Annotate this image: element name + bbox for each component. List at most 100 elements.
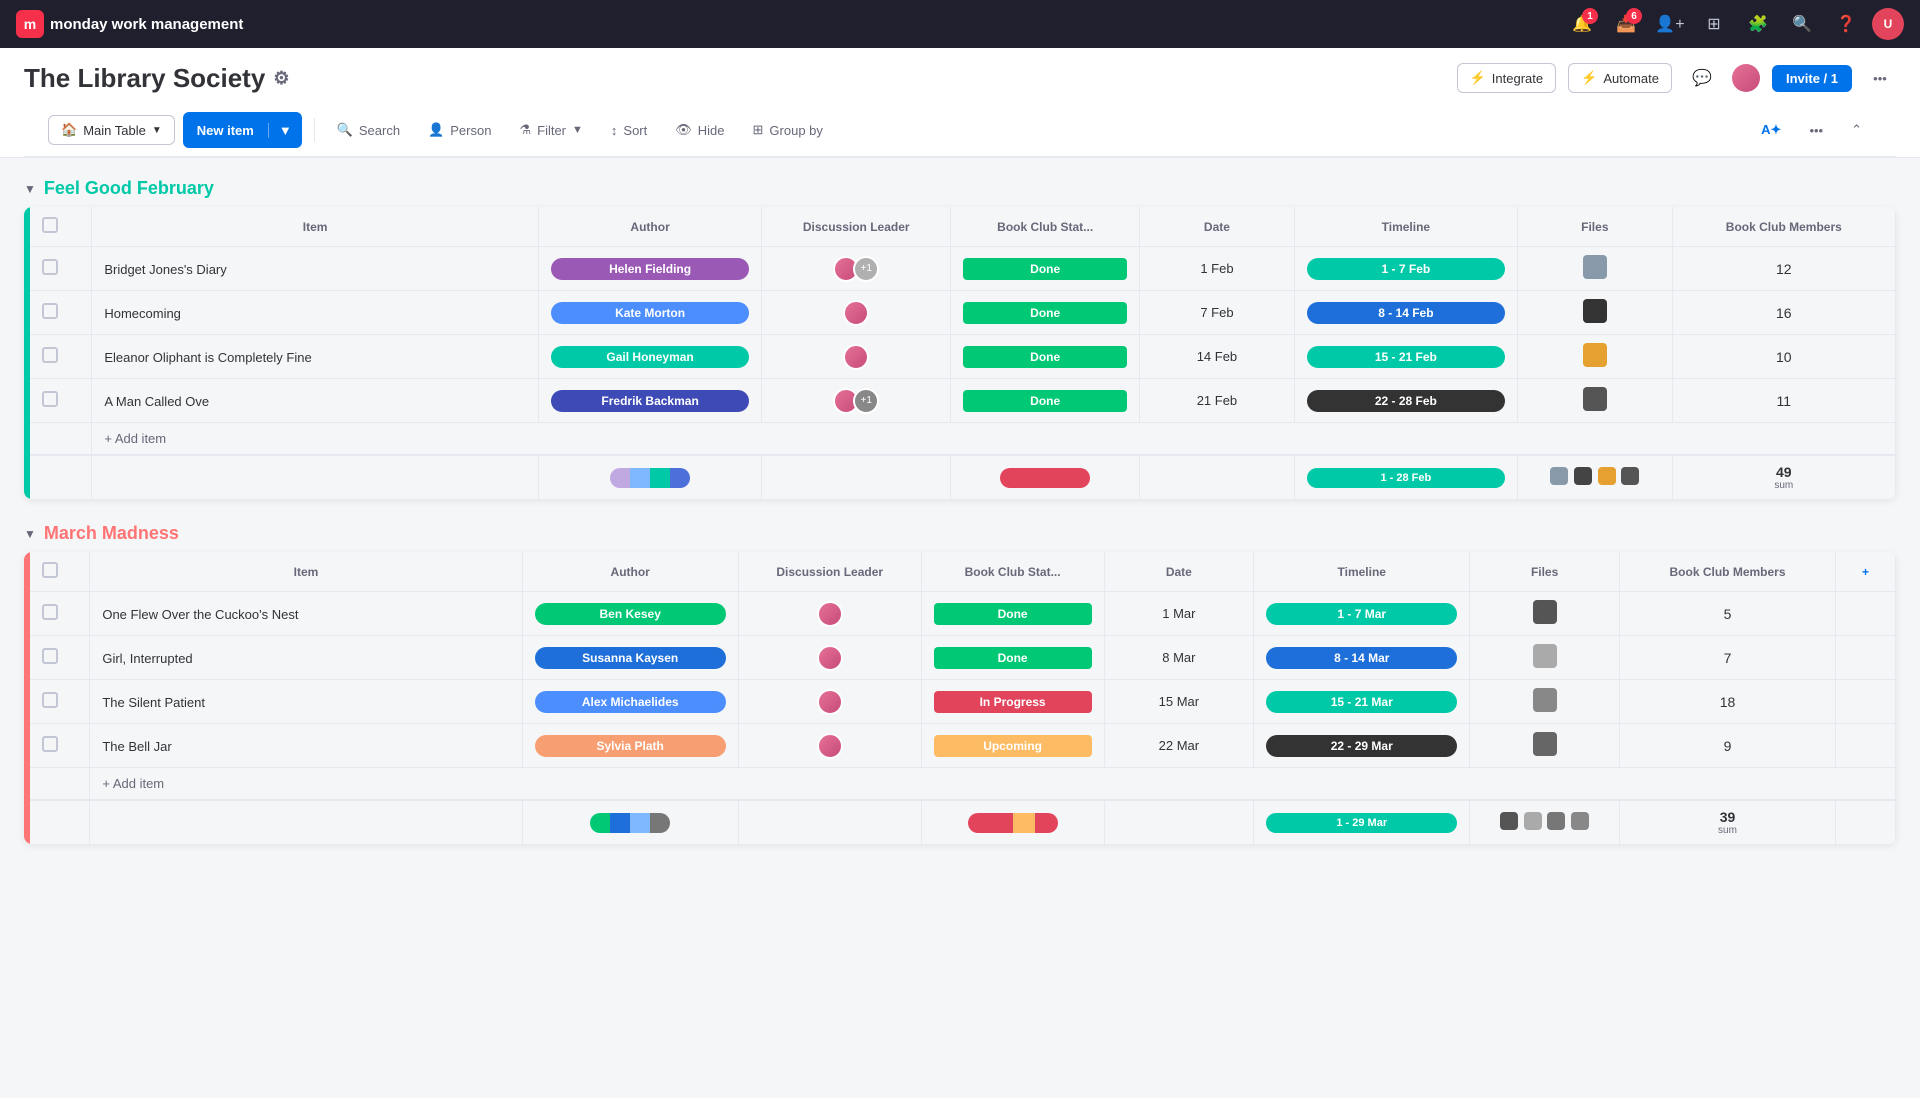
row-checkbox[interactable]: [30, 724, 90, 768]
summary-empty-item: [92, 455, 539, 499]
discussion-leader-cell: [738, 724, 921, 768]
date-cell: 1 Mar: [1104, 592, 1254, 636]
main-table-view-button[interactable]: 🏠 Main Table ▼: [48, 115, 175, 145]
summary-timeline-cell: 1 - 28 Feb: [1294, 455, 1517, 499]
ai-button[interactable]: A✦: [1751, 116, 1791, 144]
feel-good-february-table-container: Item Author Discussion Leader Book Club …: [24, 207, 1896, 499]
files-cell: [1518, 291, 1673, 335]
group-march-madness-header[interactable]: ▼ March Madness: [24, 523, 1896, 544]
file-thumbnail[interactable]: [1533, 644, 1557, 668]
row-checkbox[interactable]: [30, 636, 90, 680]
integrate-button[interactable]: ⚡ Integrate: [1457, 63, 1557, 93]
chat-button[interactable]: 💬: [1684, 60, 1720, 96]
group-feel-good-february-header[interactable]: ▼ Feel Good February: [24, 178, 1896, 199]
more-icon: •••: [1809, 123, 1823, 138]
timeline-cell: 15 - 21 Feb: [1294, 335, 1517, 379]
apps-button[interactable]: 🧩: [1740, 6, 1776, 42]
filter-button[interactable]: ⚗ Filter ▼: [509, 116, 592, 144]
hide-label: Hide: [698, 123, 725, 138]
sort-label: Sort: [623, 123, 647, 138]
item-cell: The Bell Jar ⊕: [90, 724, 522, 768]
date-cell: 21 Feb: [1140, 379, 1295, 423]
row-checkbox[interactable]: [30, 592, 90, 636]
select-all-header[interactable]: [30, 552, 90, 592]
search-nav-button[interactable]: 🔍: [1784, 6, 1820, 42]
row-checkbox[interactable]: [30, 247, 92, 291]
invite-people-button[interactable]: 👤+: [1652, 6, 1688, 42]
new-item-button[interactable]: New item ▼: [183, 112, 302, 148]
person-filter-button[interactable]: 👤 Person: [418, 116, 501, 144]
table-header-row: Item Author Discussion Leader Book Club …: [30, 207, 1896, 247]
workspaces-button[interactable]: ⊞: [1696, 6, 1732, 42]
user-avatar[interactable]: U: [1872, 8, 1904, 40]
file-thumbnail[interactable]: [1583, 255, 1607, 279]
more-toolbar-button[interactable]: •••: [1799, 117, 1833, 144]
invite-button[interactable]: Invite / 1: [1772, 65, 1852, 92]
table-row: Homecoming ⊕ Kate Morton: [30, 291, 1896, 335]
discussion-avatar: [817, 689, 843, 715]
status-pill: Done: [963, 390, 1127, 412]
toolbar-separator: [314, 118, 315, 142]
board-title-settings-icon[interactable]: ⚙: [273, 68, 289, 89]
bar-segment: [670, 468, 690, 488]
summary-total-members: 39: [1632, 809, 1823, 825]
add-item-row[interactable]: + Add item: [30, 423, 1896, 456]
discussion-avatar: [843, 300, 869, 326]
file-thumbnail[interactable]: [1583, 343, 1607, 367]
author-pill: Ben Kesey: [535, 603, 726, 625]
item-title: Bridget Jones's Diary: [104, 262, 226, 277]
sort-button[interactable]: ↕ Sort: [601, 117, 657, 144]
hide-button[interactable]: 👁 Hide: [665, 116, 734, 144]
bar-segment: [1013, 813, 1036, 833]
timeline-column-header: Timeline: [1294, 207, 1517, 247]
discussion-leader-cell: [762, 291, 951, 335]
notifications-badge: 1: [1582, 8, 1598, 24]
add-item-row[interactable]: + Add item: [30, 768, 1896, 801]
summary-row: 1 - 28 Feb 49: [30, 455, 1896, 499]
collapse-icon: ⌃: [1851, 122, 1862, 138]
row-checkbox[interactable]: [30, 291, 92, 335]
notifications-button[interactable]: 🔔 1: [1564, 6, 1600, 42]
person-label: Person: [450, 123, 491, 138]
automate-button[interactable]: ⚡ Automate: [1568, 63, 1672, 93]
file-thumbnail[interactable]: [1533, 600, 1557, 624]
summary-files: [1482, 812, 1607, 833]
inbox-button[interactable]: 📥 6: [1608, 6, 1644, 42]
discussion-leader-cell: +1: [762, 247, 951, 291]
members-cell: 11: [1672, 379, 1895, 423]
board-user-avatar[interactable]: [1732, 64, 1760, 92]
summary-empty-discussion: [738, 800, 921, 844]
group-by-button[interactable]: ⊞ Group by: [743, 116, 833, 144]
add-column-header[interactable]: +: [1836, 552, 1896, 592]
filter-label: Filter: [537, 123, 566, 138]
bar-segment: [968, 813, 1013, 833]
file-thumbnail[interactable]: [1583, 387, 1607, 411]
search-button[interactable]: 🔍 Search: [327, 116, 410, 144]
status-pill: Done: [934, 647, 1092, 669]
empty-col: [1836, 592, 1896, 636]
item-cell: Homecoming ⊕: [92, 291, 539, 335]
file-thumbnail[interactable]: [1533, 732, 1557, 756]
main-content: ▼ Feel Good February: [0, 158, 1920, 1098]
filter-chevron-icon: ▼: [572, 124, 583, 136]
row-checkbox[interactable]: [30, 379, 92, 423]
help-button[interactable]: ❓: [1828, 6, 1864, 42]
table-row: The Bell Jar ⊕ Sylvia Plath: [30, 724, 1896, 768]
discussion-avatar-group: [751, 733, 909, 759]
select-all-header[interactable]: [30, 207, 92, 247]
feel-good-february-data-table: Item Author Discussion Leader Book Club …: [30, 207, 1896, 499]
more-options-button[interactable]: •••: [1864, 62, 1896, 94]
row-checkbox[interactable]: [30, 335, 92, 379]
add-item-label[interactable]: + Add item: [92, 423, 1896, 456]
members-cell: 18: [1619, 680, 1835, 724]
file-thumbnail[interactable]: [1533, 688, 1557, 712]
collapse-button[interactable]: ⌃: [1841, 116, 1872, 144]
group-by-icon: ⊞: [753, 122, 764, 138]
status-pill: Upcoming: [934, 735, 1092, 757]
feel-good-february-table: Item Author Discussion Leader Book Club …: [30, 207, 1896, 499]
app-logo[interactable]: m monday work management: [16, 10, 243, 38]
item-title: A Man Called Ove: [104, 394, 209, 409]
add-item-label[interactable]: + Add item: [90, 768, 1896, 801]
row-checkbox[interactable]: [30, 680, 90, 724]
file-thumbnail[interactable]: [1583, 299, 1607, 323]
